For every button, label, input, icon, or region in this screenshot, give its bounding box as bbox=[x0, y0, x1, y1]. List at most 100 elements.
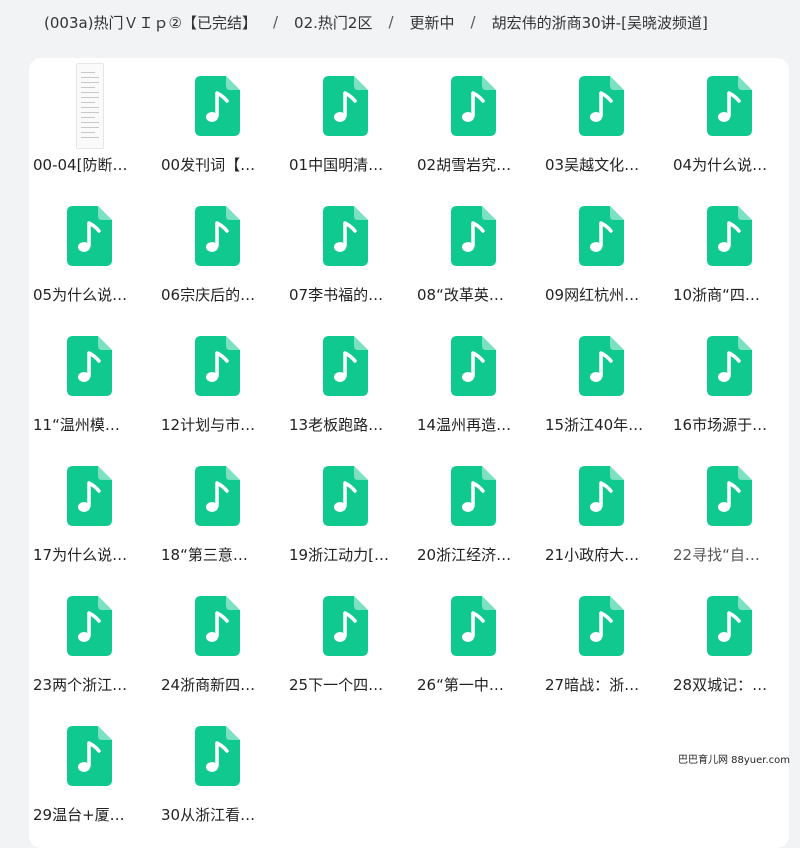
file-item[interactable]: 20浙江经济… bbox=[413, 448, 533, 568]
music-file-icon bbox=[323, 206, 368, 266]
music-file-icon bbox=[451, 596, 496, 656]
music-file-icon bbox=[67, 336, 112, 396]
music-file-icon bbox=[579, 596, 624, 656]
file-name: 12计划与市… bbox=[161, 416, 256, 434]
music-file-icon bbox=[195, 76, 240, 136]
file-name: 11“温州模… bbox=[33, 416, 120, 434]
file-name: 24浙商新四… bbox=[161, 676, 256, 694]
file-name: 30从浙江看… bbox=[161, 806, 256, 824]
breadcrumb-separator: / bbox=[470, 13, 476, 31]
music-file-icon bbox=[707, 206, 752, 266]
file-name: 15浙江40年… bbox=[545, 416, 644, 434]
music-file-icon bbox=[323, 336, 368, 396]
file-grid: 00-04[防断… 00发刊词【… 01中国明清… 02胡雪岩究… 03吴越文化… 04为… bbox=[29, 58, 789, 848]
music-file-icon bbox=[323, 596, 368, 656]
file-name: 25下一个四… bbox=[289, 676, 384, 694]
file-name: 23两个浙江… bbox=[33, 676, 128, 694]
file-item[interactable]: 07李书福的… bbox=[285, 188, 405, 308]
file-grid-panel: 00-04[防断… 00发刊词【… 01中国明清… 02胡雪岩究… 03吴越文化… 04为… bbox=[29, 58, 789, 848]
breadcrumb-item-0[interactable]: (003a)热门ＶＩｐ②【已完结】 bbox=[44, 12, 257, 33]
file-item[interactable]: 23两个浙江… bbox=[29, 578, 149, 698]
breadcrumb-separator: / bbox=[388, 13, 394, 31]
music-file-icon bbox=[707, 596, 752, 656]
file-item[interactable]: 09网红杭州… bbox=[541, 188, 661, 308]
breadcrumb-item-3: 胡宏伟的浙商30讲-[吴晓波频道] bbox=[491, 13, 708, 32]
file-item[interactable]: 18“第三意… bbox=[157, 448, 277, 568]
file-item[interactable]: 14温州再造… bbox=[413, 318, 533, 438]
file-item[interactable]: 04为什么说… bbox=[669, 58, 789, 178]
file-name: 00发刊词【… bbox=[161, 156, 256, 174]
music-file-icon bbox=[67, 596, 112, 656]
file-name: 20浙江经济… bbox=[417, 546, 512, 564]
file-item[interactable]: 25下一个四… bbox=[285, 578, 405, 698]
music-file-icon bbox=[579, 336, 624, 396]
file-item[interactable]: 15浙江40年… bbox=[541, 318, 661, 438]
file-item[interactable]: 13老板跑路… bbox=[285, 318, 405, 438]
breadcrumb: (003a)热门ＶＩｐ②【已完结】 / 02.热门2区 / 更新中 / 胡宏伟的浙商30讲-… bbox=[0, 0, 800, 44]
document-thumbnail-icon bbox=[76, 63, 104, 149]
music-file-icon bbox=[451, 206, 496, 266]
watermark: 巴巴育儿网 88yuer.com bbox=[677, 755, 790, 766]
file-item[interactable]: 28双城记：… bbox=[669, 578, 789, 698]
file-name: 07李书福的… bbox=[289, 286, 384, 304]
file-item[interactable]: 19浙江动力[… bbox=[285, 448, 405, 568]
music-file-icon bbox=[451, 336, 496, 396]
file-item[interactable]: 03吴越文化… bbox=[541, 58, 661, 178]
music-file-icon bbox=[579, 206, 624, 266]
file-name: 28双城记：… bbox=[673, 676, 768, 694]
file-name: 18“第三意… bbox=[161, 546, 248, 564]
file-name: 03吴越文化… bbox=[545, 156, 640, 174]
music-file-icon bbox=[195, 726, 240, 786]
music-file-icon bbox=[67, 206, 112, 266]
file-item[interactable]: 08“改革英… bbox=[413, 188, 533, 308]
file-item[interactable]: 21小政府大… bbox=[541, 448, 661, 568]
file-name: 26“第一中… bbox=[417, 676, 504, 694]
breadcrumb-item-1[interactable]: 02.热门2区 bbox=[294, 12, 372, 33]
file-name: 00-04[防断… bbox=[33, 156, 128, 174]
music-file-icon bbox=[195, 336, 240, 396]
music-file-icon bbox=[323, 76, 368, 136]
music-file-icon bbox=[579, 466, 624, 526]
file-item[interactable]: 05为什么说… bbox=[29, 188, 149, 308]
file-item[interactable]: 17为什么说… bbox=[29, 448, 149, 568]
file-item[interactable]: 00发刊词【… bbox=[157, 58, 277, 178]
music-file-icon bbox=[451, 76, 496, 136]
music-file-icon bbox=[707, 466, 752, 526]
file-name: 14温州再造… bbox=[417, 416, 512, 434]
file-item[interactable]: 00-04[防断… bbox=[29, 58, 149, 178]
file-name: 04为什么说… bbox=[673, 156, 768, 174]
music-file-icon bbox=[579, 76, 624, 136]
file-name: 22寻找“自… bbox=[673, 546, 760, 564]
file-name: 21小政府大… bbox=[545, 546, 640, 564]
file-item[interactable]: 16市场源于… bbox=[669, 318, 789, 438]
file-item[interactable]: 30从浙江看… bbox=[157, 708, 277, 828]
music-file-icon bbox=[195, 466, 240, 526]
file-item[interactable]: 02胡雪岩究… bbox=[413, 58, 533, 178]
file-item[interactable]: 01中国明清… bbox=[285, 58, 405, 178]
music-file-icon bbox=[707, 336, 752, 396]
breadcrumb-item-2[interactable]: 更新中 bbox=[410, 12, 455, 33]
music-file-icon bbox=[323, 466, 368, 526]
music-file-icon bbox=[67, 466, 112, 526]
file-name: 08“改革英… bbox=[417, 286, 504, 304]
file-item[interactable]: 10浙商“四… bbox=[669, 188, 789, 308]
file-item[interactable]: 22寻找“自… bbox=[669, 448, 789, 568]
file-item[interactable]: 26“第一中… bbox=[413, 578, 533, 698]
music-file-icon bbox=[707, 76, 752, 136]
file-name: 17为什么说… bbox=[33, 546, 128, 564]
file-name: 29温台+厦… bbox=[33, 806, 125, 824]
music-file-icon bbox=[195, 206, 240, 266]
file-item[interactable]: 24浙商新四… bbox=[157, 578, 277, 698]
file-name: 02胡雪岩究… bbox=[417, 156, 512, 174]
file-name: 05为什么说… bbox=[33, 286, 128, 304]
file-item[interactable]: 06宗庆后的… bbox=[157, 188, 277, 308]
file-item[interactable]: 11“温州模… bbox=[29, 318, 149, 438]
music-file-icon bbox=[67, 726, 112, 786]
file-item[interactable]: 12计划与市… bbox=[157, 318, 277, 438]
file-item[interactable]: 29温台+厦… bbox=[29, 708, 149, 828]
file-item[interactable]: 27暗战：浙… bbox=[541, 578, 661, 698]
file-name: 01中国明清… bbox=[289, 156, 384, 174]
file-name: 19浙江动力[… bbox=[289, 546, 389, 564]
breadcrumb-separator: / bbox=[272, 13, 279, 31]
file-name: 10浙商“四… bbox=[673, 286, 760, 304]
